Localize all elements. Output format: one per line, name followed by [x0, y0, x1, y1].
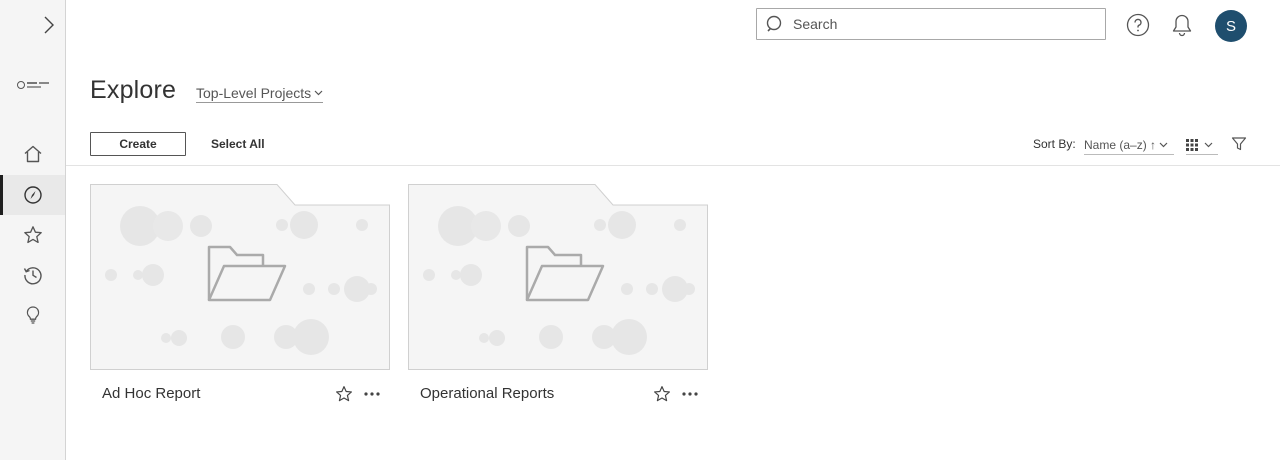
chevron-down-icon	[1204, 142, 1213, 147]
app: S Explore Top-Level Projects Create Sele…	[0, 0, 1280, 460]
sort-dropdown-value: Name (a–z) ↑	[1084, 137, 1157, 152]
favorite-button[interactable]	[652, 384, 672, 404]
lightbulb-icon	[26, 306, 39, 324]
toolbar-divider	[66, 165, 1280, 166]
scope-dropdown[interactable]: Top-Level Projects	[196, 85, 324, 103]
scope-dropdown-label: Top-Level Projects	[196, 85, 312, 101]
rail-item-favorites[interactable]	[0, 215, 65, 255]
notifications-button[interactable]	[1169, 12, 1195, 38]
user-avatar[interactable]: S	[1215, 10, 1247, 42]
favorite-button[interactable]	[334, 384, 354, 404]
rail-item-recents[interactable]	[0, 255, 65, 295]
project-thumbnail	[90, 184, 390, 370]
bell-icon	[1172, 14, 1192, 37]
select-all-button[interactable]: Select All	[211, 137, 265, 151]
rail-item-recommendations[interactable]	[0, 295, 65, 335]
sort-dropdown[interactable]: Name (a–z) ↑	[1084, 135, 1174, 155]
project-card[interactable]: Ad Hoc Report	[90, 184, 390, 404]
sort-by-label: Sort By:	[1033, 137, 1076, 151]
chevron-down-icon	[314, 90, 323, 96]
chevron-down-icon	[1159, 142, 1168, 147]
project-name[interactable]: Operational Reports	[420, 385, 554, 402]
project-name[interactable]: Ad Hoc Report	[102, 385, 200, 402]
star-icon	[654, 386, 670, 402]
rail-item-home[interactable]	[0, 134, 65, 174]
home-icon	[24, 145, 41, 163]
page-title: Explore	[90, 76, 177, 104]
side-rail	[0, 0, 66, 460]
view-dropdown[interactable]	[1186, 135, 1218, 155]
history-icon	[23, 267, 42, 285]
help-icon	[1126, 13, 1150, 37]
help-button[interactable]	[1125, 12, 1151, 38]
more-horizontal-icon	[682, 392, 698, 396]
filter-icon	[1231, 137, 1247, 151]
more-actions-button[interactable]	[680, 384, 700, 404]
rail-item-explore[interactable]	[0, 175, 65, 215]
more-actions-button[interactable]	[362, 384, 382, 404]
chevron-right-icon	[44, 16, 54, 34]
star-icon	[336, 386, 352, 402]
filter-button[interactable]	[1231, 136, 1247, 152]
project-card[interactable]: Operational Reports	[408, 184, 708, 404]
search-input[interactable]	[793, 10, 1093, 38]
search-box[interactable]	[756, 8, 1106, 40]
search-icon	[757, 9, 793, 39]
site-logo	[17, 81, 49, 89]
expand-rail-button[interactable]	[38, 12, 60, 38]
grid-icon	[1186, 138, 1198, 151]
project-thumbnail	[408, 184, 708, 370]
more-horizontal-icon	[364, 392, 380, 396]
star-icon	[23, 226, 42, 244]
create-button[interactable]: Create	[90, 132, 186, 156]
compass-icon	[23, 186, 42, 204]
